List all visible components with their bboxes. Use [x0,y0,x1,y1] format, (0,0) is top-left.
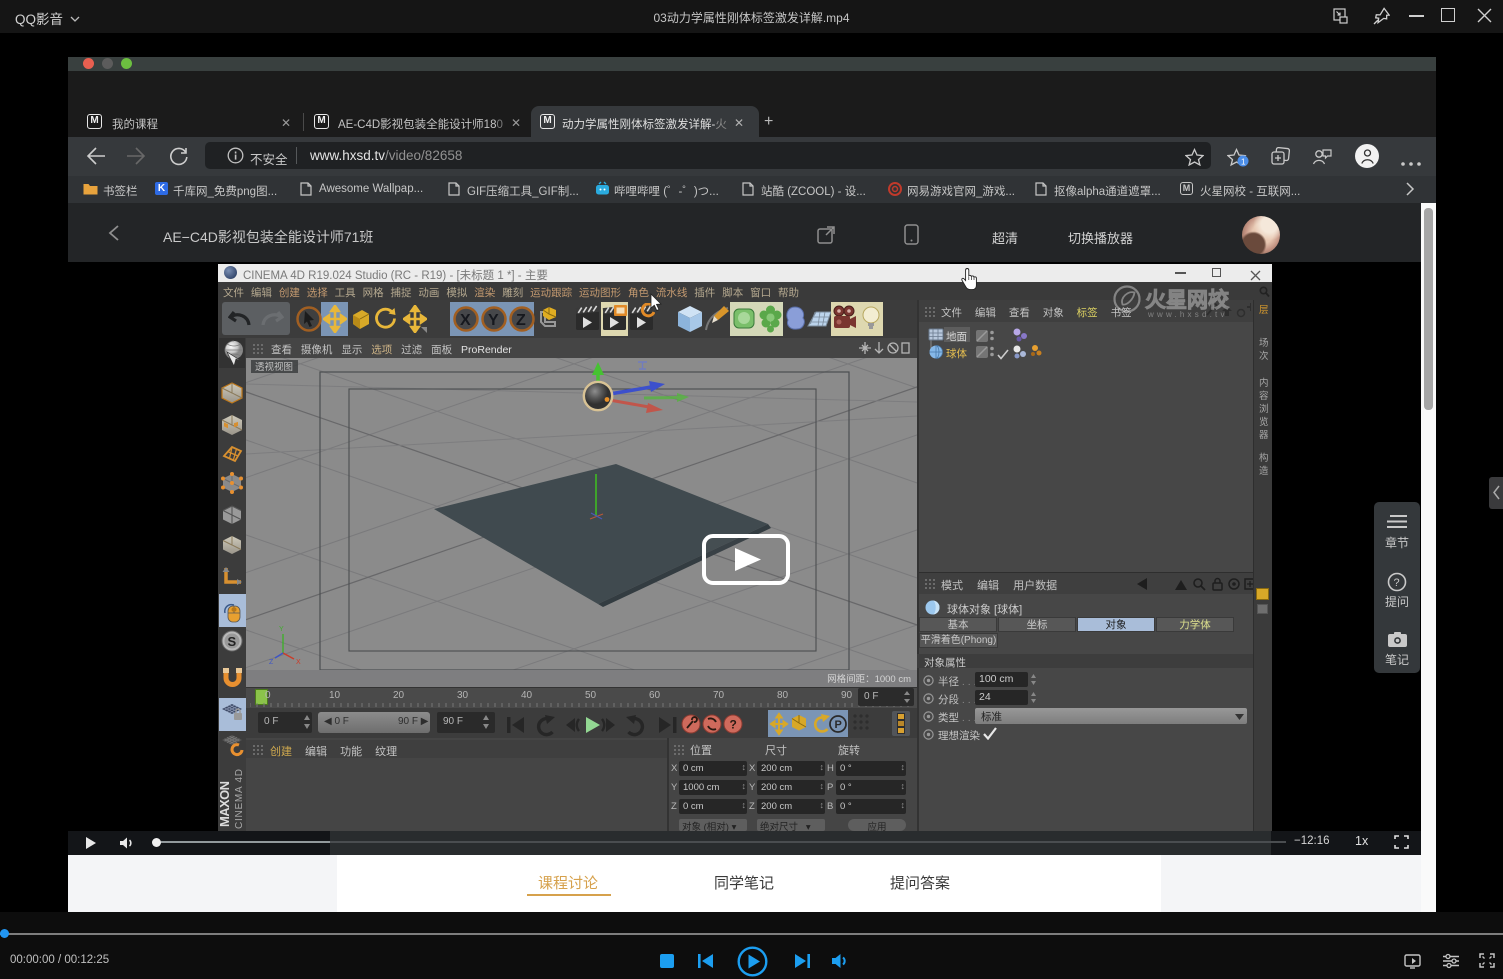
svg-text:CINEMA 4D: CINEMA 4D [234,769,245,829]
svg-text:网格间距：1000 cm: 网格间距：1000 cm [827,673,911,685]
svg-text:火星网校: 火星网校 [1145,288,1230,312]
svg-text:X: X [296,659,301,666]
svg-text:透视视图: 透视视图 [255,361,293,373]
svg-text:P: P [835,719,842,731]
svg-text:www.hxsd.tv: www.hxsd.tv [1147,310,1228,319]
svg-text:X: X [460,312,471,329]
svg-text:1: 1 [1241,158,1246,167]
svg-text:Y: Y [279,626,284,633]
svg-text:MAXON: MAXON [218,781,232,827]
svg-text:Z: Z [516,312,526,329]
svg-text:Z: Z [269,659,274,666]
svg-text:?: ? [1394,577,1400,589]
svg-text:S: S [228,634,237,649]
svg-text:?: ? [730,718,737,732]
svg-text:Y: Y [488,312,499,329]
